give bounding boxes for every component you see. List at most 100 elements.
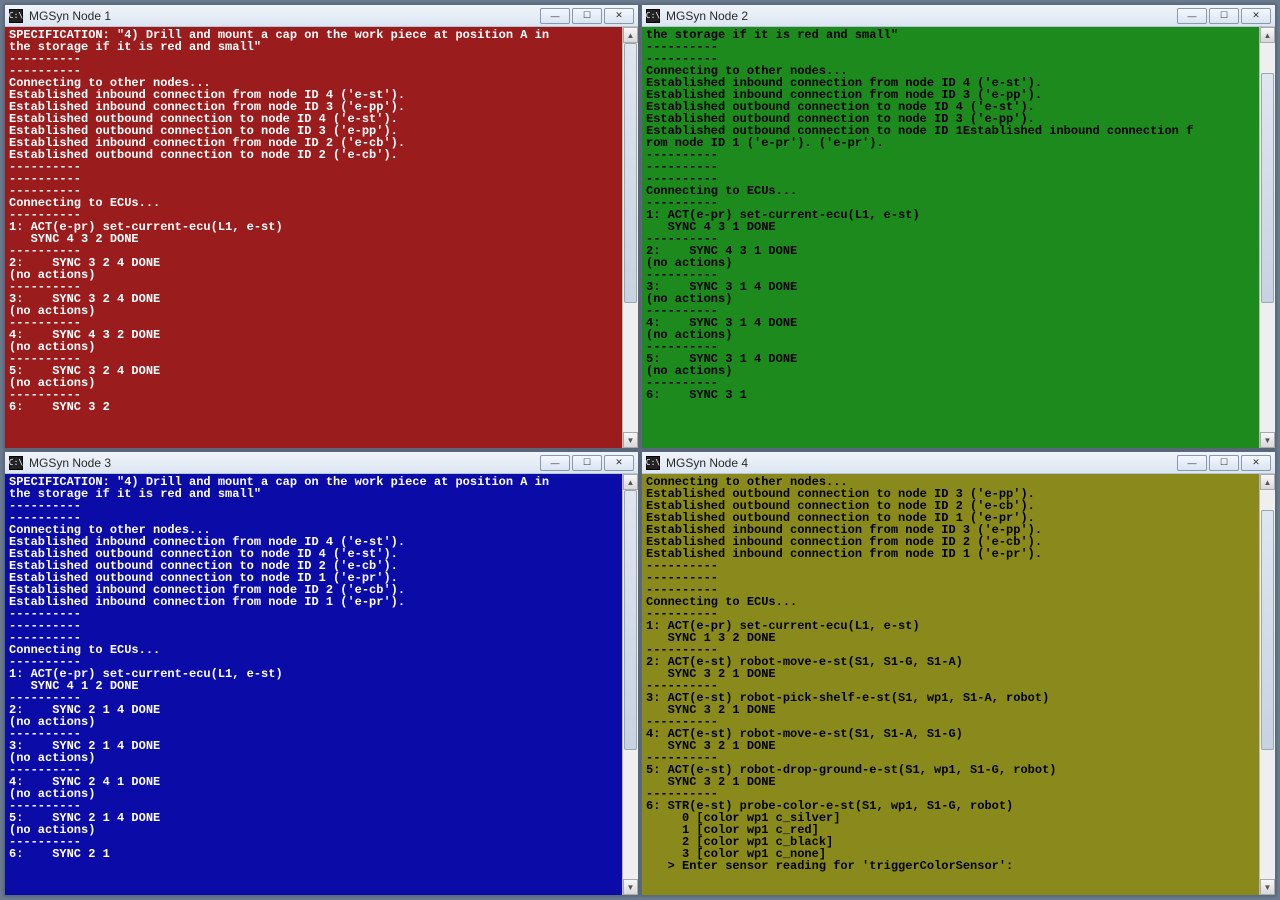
- scroll-thumb[interactable]: [1261, 73, 1274, 303]
- scroll-thumb[interactable]: [624, 490, 637, 750]
- terminal-line: (no actions): [9, 269, 618, 281]
- terminal-line: 6: SYNC 2 1: [9, 848, 618, 860]
- cmd-icon: C:\: [646, 9, 660, 23]
- window-title: MGSyn Node 3: [29, 456, 540, 470]
- close-button[interactable]: ✕: [1241, 8, 1271, 24]
- terminal-output[interactable]: the storage if it is red and small"-----…: [642, 27, 1259, 448]
- window-title: MGSyn Node 1: [29, 9, 540, 23]
- vertical-scrollbar[interactable]: ▲▼: [1259, 474, 1275, 895]
- terminal-line: (no actions): [9, 752, 618, 764]
- terminal-line: SYNC 1 3 2 DONE: [646, 632, 1255, 644]
- vertical-scrollbar[interactable]: ▲▼: [1259, 27, 1275, 448]
- scroll-thumb[interactable]: [624, 43, 637, 303]
- terminal-line: ----------: [9, 161, 618, 173]
- terminal-line: ----------: [9, 620, 618, 632]
- terminal-line: Established outbound connection to node …: [9, 149, 618, 161]
- terminal-line: SYNC 4 3 2 DONE: [9, 233, 618, 245]
- vertical-scrollbar[interactable]: ▲▼: [622, 474, 638, 895]
- window-buttons: —☐✕: [540, 455, 634, 471]
- terminal-output[interactable]: SPECIFICATION: "4) Drill and mount a cap…: [5, 474, 622, 895]
- window-node4: C:\ MGSyn Node 4—☐✕ Connecting to other no…: [641, 451, 1276, 896]
- terminal-line: (no actions): [646, 257, 1255, 269]
- minimize-button[interactable]: —: [540, 455, 570, 471]
- scroll-track[interactable]: [1260, 490, 1275, 879]
- terminal-line: SYNC 3 2 1 DONE: [646, 776, 1255, 788]
- terminal-line: SYNC 3 2 1 DONE: [646, 740, 1255, 752]
- scroll-track[interactable]: [1260, 43, 1275, 432]
- scroll-track[interactable]: [623, 43, 638, 432]
- cmd-icon: C:\: [646, 456, 660, 470]
- terminal-output[interactable]: SPECIFICATION: "4) Drill and mount a cap…: [5, 27, 622, 448]
- terminal-line: Connecting to ECUs...: [9, 644, 618, 656]
- terminal-line: the storage if it is red and small": [9, 488, 618, 500]
- minimize-button[interactable]: —: [540, 8, 570, 24]
- close-button[interactable]: ✕: [1241, 455, 1271, 471]
- terminal-line: 5: SYNC 3 1 4 DONE: [646, 353, 1255, 365]
- minimize-button[interactable]: —: [1177, 8, 1207, 24]
- vertical-scrollbar[interactable]: ▲▼: [622, 27, 638, 448]
- terminal-line: (no actions): [646, 365, 1255, 377]
- terminal-line: Connecting to ECUs...: [9, 197, 618, 209]
- terminal-line: (no actions): [9, 305, 618, 317]
- terminal-line: the storage if it is red and small": [9, 41, 618, 53]
- terminal-line: ----------: [9, 173, 618, 185]
- terminal-area: the storage if it is red and small"-----…: [642, 27, 1275, 448]
- terminal-line: Connecting to ECUs...: [646, 185, 1255, 197]
- scroll-up-icon[interactable]: ▲: [623, 474, 638, 490]
- terminal-line: Connecting to ECUs...: [646, 596, 1255, 608]
- maximize-button[interactable]: ☐: [572, 455, 602, 471]
- terminal-line: (no actions): [646, 329, 1255, 341]
- titlebar[interactable]: C:\ MGSyn Node 3—☐✕: [5, 452, 638, 474]
- window-node2: C:\ MGSyn Node 2—☐✕ the storage if it is r…: [641, 4, 1276, 449]
- terminal-line: ----------: [646, 41, 1255, 53]
- terminal-line: (no actions): [9, 716, 618, 728]
- window-title: MGSyn Node 4: [666, 456, 1177, 470]
- terminal-line: 3: SYNC 3 2 4 DONE: [9, 293, 618, 305]
- terminal-line: ----------: [646, 572, 1255, 584]
- terminal-line: Established inbound connection from node…: [9, 596, 618, 608]
- titlebar[interactable]: C:\MGSyn Node 1—☐✕: [5, 5, 638, 27]
- minimize-button[interactable]: —: [1177, 455, 1207, 471]
- close-button[interactable]: ✕: [604, 8, 634, 24]
- terminal-line: ----------: [646, 149, 1255, 161]
- scroll-thumb[interactable]: [1261, 510, 1274, 750]
- terminal-line: 4: SYNC 4 3 2 DONE: [9, 329, 618, 341]
- scroll-up-icon[interactable]: ▲: [623, 27, 638, 43]
- maximize-button[interactable]: ☐: [1209, 455, 1239, 471]
- titlebar[interactable]: C:\ MGSyn Node 2—☐✕: [642, 5, 1275, 27]
- terminal-line: SYNC 3 2 1 DONE: [646, 668, 1255, 680]
- maximize-button[interactable]: ☐: [572, 8, 602, 24]
- terminal-line: (no actions): [9, 341, 618, 353]
- terminal-line: > Enter sensor reading for 'triggerColor…: [646, 860, 1255, 872]
- close-button[interactable]: ✕: [604, 455, 634, 471]
- terminal-line: (no actions): [9, 377, 618, 389]
- terminal-line: ----------: [9, 500, 618, 512]
- scroll-up-icon[interactable]: ▲: [1260, 27, 1275, 43]
- terminal-line: 5: SYNC 3 2 4 DONE: [9, 365, 618, 377]
- terminal-line: 4: SYNC 3 1 4 DONE: [646, 317, 1255, 329]
- terminal-area: Connecting to other nodes...Established …: [642, 474, 1275, 895]
- scroll-down-icon[interactable]: ▼: [1260, 879, 1275, 895]
- window-buttons: —☐✕: [1177, 455, 1271, 471]
- terminal-line: 6: SYNC 3 2: [9, 401, 618, 413]
- scroll-track[interactable]: [623, 490, 638, 879]
- scroll-down-icon[interactable]: ▼: [1260, 432, 1275, 448]
- window-node1: C:\MGSyn Node 1—☐✕SPECIFICATION: "4) Dri…: [4, 4, 639, 449]
- terminal-line: Established inbound connection from node…: [646, 548, 1255, 560]
- window-title: MGSyn Node 2: [666, 9, 1177, 23]
- terminal-output[interactable]: Connecting to other nodes...Established …: [642, 474, 1259, 895]
- scroll-down-icon[interactable]: ▼: [623, 879, 638, 895]
- scroll-down-icon[interactable]: ▼: [623, 432, 638, 448]
- scroll-up-icon[interactable]: ▲: [1260, 474, 1275, 490]
- titlebar[interactable]: C:\ MGSyn Node 4—☐✕: [642, 452, 1275, 474]
- terminal-line: (no actions): [646, 293, 1255, 305]
- terminal-line: 3: SYNC 2 1 4 DONE: [9, 740, 618, 752]
- terminal-line: 5: SYNC 2 1 4 DONE: [9, 812, 618, 824]
- terminal-line: (no actions): [9, 788, 618, 800]
- window-buttons: —☐✕: [540, 8, 634, 24]
- terminal-line: SYNC 4 3 1 DONE: [646, 221, 1255, 233]
- terminal-area: SPECIFICATION: "4) Drill and mount a cap…: [5, 27, 638, 448]
- maximize-button[interactable]: ☐: [1209, 8, 1239, 24]
- window-buttons: —☐✕: [1177, 8, 1271, 24]
- cmd-icon: C:\: [9, 456, 23, 470]
